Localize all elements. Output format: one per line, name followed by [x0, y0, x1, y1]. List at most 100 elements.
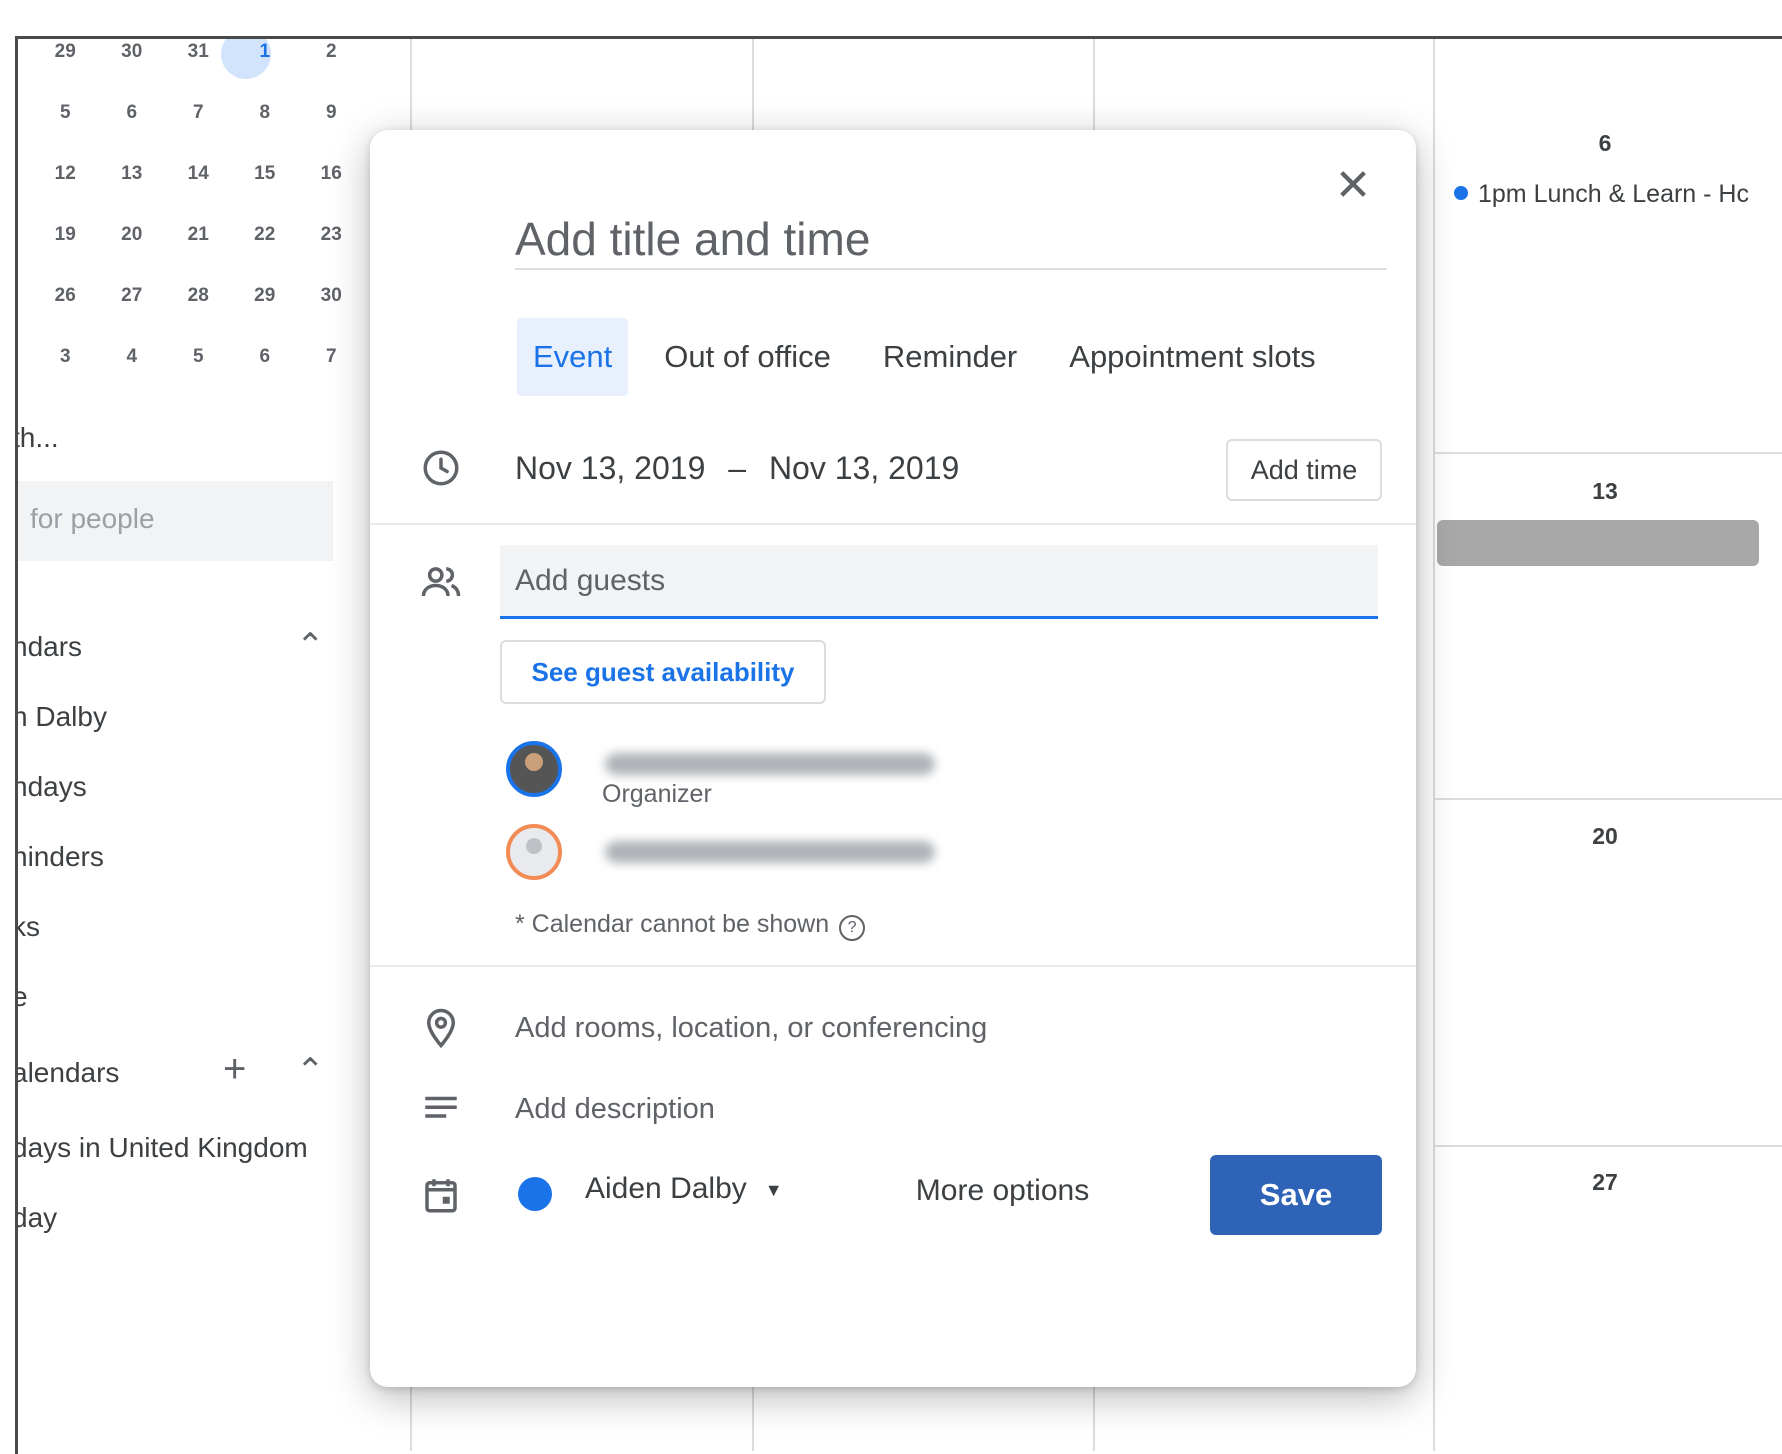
calendar-list-item[interactable]: ninders	[18, 841, 104, 873]
calendar-list-item[interactable]: n Dalby	[18, 701, 107, 733]
calendar-name: Aiden Dalby	[585, 1172, 747, 1205]
description-field[interactable]: Add description	[515, 1093, 715, 1126]
meet-with-heading: th...	[18, 422, 59, 453]
grid-row-line	[1435, 1145, 1782, 1147]
calendar-list-item[interactable]: days in United Kingdom	[18, 1132, 308, 1164]
description-icon	[425, 1096, 457, 1118]
help-icon[interactable]: ?	[839, 915, 866, 941]
see-guest-availability-button[interactable]: See guest availability	[500, 640, 826, 704]
mini-day-today[interactable]: 1	[232, 41, 299, 63]
mini-day[interactable]: 3	[32, 346, 99, 368]
chevron-up-icon[interactable]: ⌃	[296, 1051, 325, 1091]
draft-event-bar[interactable]	[1437, 520, 1759, 566]
divider	[370, 965, 1416, 967]
mini-day[interactable]: 9	[298, 102, 365, 124]
event-type-tabs: Event Out of office Reminder Appointment…	[517, 318, 1352, 396]
mini-calendar-week: 26 27 28 29 30	[32, 285, 365, 307]
organizer-email-blurred	[605, 753, 935, 775]
calendar-list-item[interactable]: ks	[18, 911, 40, 943]
mini-day[interactable]: 21	[165, 224, 232, 246]
other-calendars-header[interactable]: alendars	[18, 1057, 119, 1089]
date-separator: –	[728, 450, 747, 486]
chevron-up-icon[interactable]: ⌃	[296, 626, 325, 666]
tab-event[interactable]: Event	[517, 318, 629, 396]
day-number[interactable]: 20	[1585, 823, 1625, 850]
calendar-icon	[425, 1179, 457, 1213]
mini-day[interactable]: 19	[32, 224, 99, 246]
mini-day[interactable]: 7	[298, 346, 365, 368]
mini-day[interactable]: 8	[232, 102, 299, 124]
save-button[interactable]: Save	[1210, 1155, 1382, 1235]
search-people-input[interactable]: for people	[18, 481, 333, 561]
grid-column-line	[1433, 39, 1435, 1451]
mini-day[interactable]: 31	[165, 41, 232, 63]
calendar-note-text: * Calendar cannot be shown	[515, 910, 830, 938]
mini-day[interactable]: 29	[32, 41, 99, 63]
people-icon	[421, 567, 461, 597]
mini-calendar-week: 29 30 31 1 2	[32, 41, 365, 63]
sidebar: 29 30 31 1 2 5 6 7 8 9 12 13 14 15 16 19…	[18, 39, 410, 1451]
guest-email-blurred	[605, 841, 935, 863]
mini-day[interactable]: 26	[32, 285, 99, 307]
mini-day[interactable]: 27	[99, 285, 166, 307]
calendar-color-dot	[518, 1177, 552, 1211]
location-pin-icon	[426, 1008, 456, 1049]
calendar-list-item[interactable]: hdays	[18, 771, 87, 803]
event-color-dot	[1454, 186, 1468, 201]
mini-day[interactable]: 6	[232, 346, 299, 368]
mini-day[interactable]: 5	[32, 102, 99, 124]
calendar-list-item[interactable]: day	[18, 1202, 57, 1234]
grid-row-line	[1435, 798, 1782, 800]
mini-day[interactable]: 14	[165, 163, 232, 185]
mini-calendar-week: 3 4 5 6 7	[32, 346, 365, 368]
event-date-range: Nov 13, 2019 – Nov 13, 2019	[515, 450, 959, 487]
start-date[interactable]: Nov 13, 2019	[515, 450, 705, 486]
mini-calendar-week: 5 6 7 8 9	[32, 102, 365, 124]
calendar-selector[interactable]: Aiden Dalby ▼	[585, 1172, 783, 1206]
add-guests-input[interactable]	[500, 545, 1378, 619]
mini-day[interactable]: 30	[99, 41, 166, 63]
divider	[370, 523, 1416, 525]
mini-day[interactable]: 22	[232, 224, 299, 246]
add-time-button[interactable]: Add time	[1226, 439, 1382, 501]
mini-day[interactable]: 4	[99, 346, 166, 368]
mini-day[interactable]: 7	[165, 102, 232, 124]
quick-event-dialog: ✕ Event Out of office Reminder Appointme…	[370, 130, 1416, 1387]
mini-day[interactable]: 5	[165, 346, 232, 368]
mini-calendar-week: 19 20 21 22 23	[32, 224, 365, 246]
mini-day[interactable]: 2	[298, 41, 365, 63]
mini-day[interactable]: 6	[99, 102, 166, 124]
day-number[interactable]: 6	[1585, 130, 1625, 157]
end-date[interactable]: Nov 13, 2019	[769, 450, 959, 486]
clock-icon	[423, 450, 459, 486]
tab-out-of-office[interactable]: Out of office	[648, 318, 847, 396]
tab-appointment-slots[interactable]: Appointment slots	[1053, 318, 1331, 396]
event-chip[interactable]: 1pm Lunch & Learn - Hc	[1454, 180, 1749, 209]
guest-avatar	[506, 824, 562, 880]
tab-reminder[interactable]: Reminder	[867, 318, 1033, 396]
organizer-label: Organizer	[602, 780, 712, 808]
mini-day[interactable]: 28	[165, 285, 232, 307]
event-title-input[interactable]	[515, 210, 1387, 270]
mini-day[interactable]: 13	[99, 163, 166, 185]
close-icon[interactable]: ✕	[1325, 158, 1381, 214]
mini-day[interactable]: 15	[232, 163, 299, 185]
calendar-note: * Calendar cannot be shown?	[515, 910, 866, 941]
organizer-avatar	[506, 741, 562, 797]
dropdown-arrow-icon: ▼	[764, 1179, 783, 1200]
calendar-list-item[interactable]: e	[18, 981, 28, 1013]
mini-day[interactable]: 29	[232, 285, 299, 307]
mini-day[interactable]: 20	[99, 224, 166, 246]
mini-day[interactable]: 12	[32, 163, 99, 185]
mini-day[interactable]: 30	[298, 285, 365, 307]
my-calendars-header[interactable]: ndars	[18, 631, 82, 663]
more-options-button[interactable]: More options	[910, 1160, 1095, 1222]
day-number[interactable]: 13	[1585, 478, 1625, 505]
mini-day[interactable]: 16	[298, 163, 365, 185]
mini-day[interactable]: 23	[298, 224, 365, 246]
grid-row-line	[1435, 452, 1782, 454]
location-field[interactable]: Add rooms, location, or conferencing	[515, 1012, 987, 1045]
day-number[interactable]: 27	[1585, 1169, 1625, 1196]
add-calendar-icon[interactable]: +	[223, 1047, 246, 1092]
search-people-placeholder: for people	[30, 503, 155, 534]
